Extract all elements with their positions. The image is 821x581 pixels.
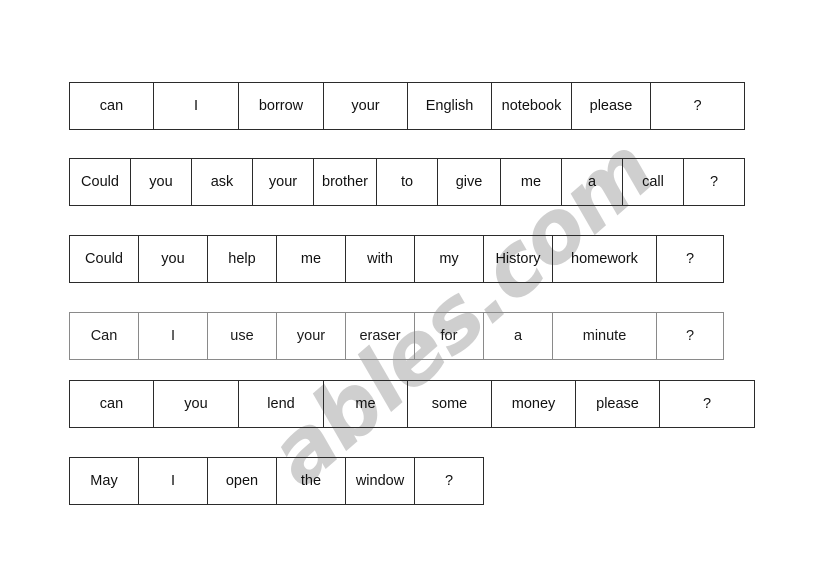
word-cell[interactable]: with — [345, 235, 415, 283]
word-cell[interactable]: some — [407, 380, 492, 428]
word-cell[interactable]: homework — [552, 235, 657, 283]
word-cell[interactable]: a — [561, 158, 623, 206]
word-cell[interactable]: me — [323, 380, 408, 428]
word-cell[interactable]: your — [276, 312, 346, 360]
word-cell[interactable]: call — [622, 158, 684, 206]
word-cell[interactable]: you — [138, 235, 208, 283]
word-cell[interactable]: minute — [552, 312, 657, 360]
word-cell[interactable]: please — [571, 82, 651, 130]
word-cell[interactable]: you — [153, 380, 239, 428]
sentence-row: Can Iuse your eraser for a minute? — [69, 312, 724, 360]
word-cell[interactable]: lend — [238, 380, 324, 428]
word-cell[interactable]: me — [276, 235, 346, 283]
sentence-row: Could you ask your brother to give me a call? — [69, 158, 745, 206]
word-cell[interactable]: brother — [313, 158, 377, 206]
word-cell[interactable]: ? — [683, 158, 745, 206]
word-cell[interactable]: eraser — [345, 312, 415, 360]
sentence-row: can Iborrow your English notebook please? — [69, 82, 745, 130]
word-cell[interactable]: can — [69, 82, 154, 130]
word-cell[interactable]: borrow — [238, 82, 324, 130]
worksheet-sheet: can Iborrow your English notebook please? Cou… — [0, 0, 821, 581]
word-cell[interactable]: can — [69, 380, 154, 428]
sentence-row: May Iopen the window? — [69, 457, 484, 505]
word-cell[interactable]: your — [252, 158, 314, 206]
word-cell[interactable]: History — [483, 235, 553, 283]
word-cell[interactable]: for — [414, 312, 484, 360]
word-cell[interactable]: notebook — [491, 82, 572, 130]
word-cell[interactable]: I — [138, 312, 208, 360]
word-cell[interactable]: English — [407, 82, 492, 130]
word-cell[interactable]: to — [376, 158, 438, 206]
word-cell[interactable]: your — [323, 82, 408, 130]
word-cell[interactable]: my — [414, 235, 484, 283]
word-cell[interactable]: me — [500, 158, 562, 206]
word-cell[interactable]: please — [575, 380, 660, 428]
word-cell[interactable]: Could — [69, 158, 131, 206]
word-cell[interactable]: ? — [659, 380, 755, 428]
word-cell[interactable]: ? — [650, 82, 745, 130]
word-cell[interactable]: open — [207, 457, 277, 505]
word-cell[interactable]: money — [491, 380, 576, 428]
sentence-row: can you lend me some money please? — [69, 380, 755, 428]
word-cell[interactable]: ? — [656, 235, 724, 283]
word-cell[interactable]: you — [130, 158, 192, 206]
word-cell[interactable]: Can — [69, 312, 139, 360]
word-cell[interactable]: the — [276, 457, 346, 505]
word-cell[interactable]: a — [483, 312, 553, 360]
word-cell[interactable]: ask — [191, 158, 253, 206]
word-cell[interactable]: give — [437, 158, 501, 206]
word-cell[interactable]: Could — [69, 235, 139, 283]
word-cell[interactable]: ? — [414, 457, 484, 505]
word-cell[interactable]: May — [69, 457, 139, 505]
word-cell[interactable]: help — [207, 235, 277, 283]
word-cell[interactable]: window — [345, 457, 415, 505]
word-cell[interactable]: use — [207, 312, 277, 360]
sentence-row: Could you help me with my History homework? — [69, 235, 724, 283]
word-cell[interactable]: I — [138, 457, 208, 505]
word-cell[interactable]: ? — [656, 312, 724, 360]
word-cell[interactable]: I — [153, 82, 239, 130]
